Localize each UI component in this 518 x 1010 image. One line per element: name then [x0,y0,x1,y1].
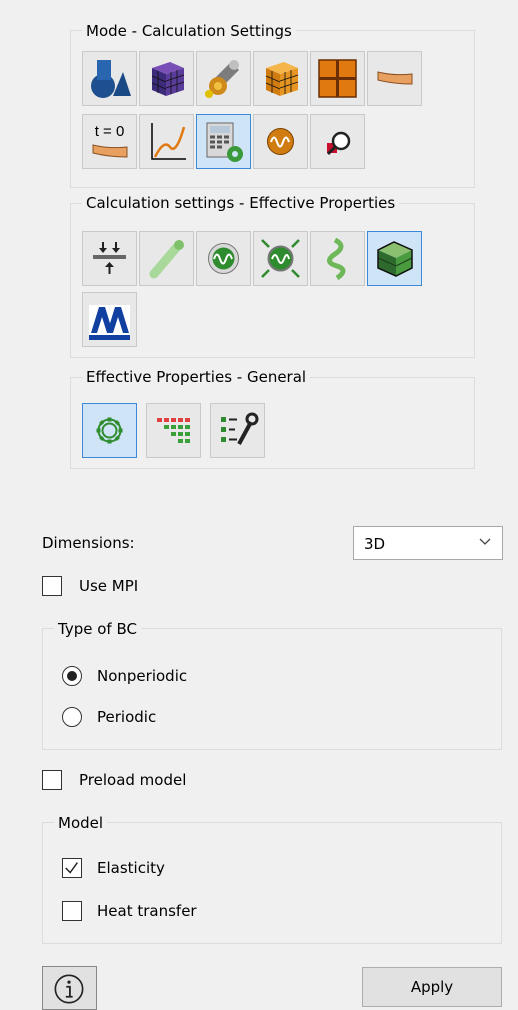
calculator-settings-icon [206,122,243,162]
tool-green-cube[interactable] [367,231,422,286]
automechanics-logo-icon [89,305,130,340]
tool-fiber[interactable] [139,231,194,286]
tool-material-tools[interactable] [196,51,251,106]
tool-compression[interactable] [82,231,137,286]
settings-list-icon [221,412,259,445]
type-of-bc-legend: Type of BC [54,620,141,638]
orange-mesh-cube-icon [265,62,299,96]
magnifier-icon [326,131,351,156]
tool-automechanics-logo[interactable] [82,292,137,347]
general-group-legend: Effective Properties - General [82,368,311,386]
nonperiodic-radio[interactable] [62,666,82,686]
effective-group-legend: Calculation settings - Effective Propert… [82,194,400,212]
fiber-icon [149,240,184,279]
tool-curve-chart[interactable] [139,114,194,169]
heat-transfer-label: Heat transfer [97,902,197,920]
dimensions-label: Dimensions: [42,534,135,552]
checkmark-icon [65,862,78,874]
green-cube-icon [377,241,413,277]
heat-transfer-checkbox[interactable] [62,901,82,921]
voxel-mesh-cube-icon [151,62,185,96]
tool-voxel-mesh-cube[interactable] [139,51,194,106]
gear-icon [96,417,123,444]
material-tools-icon [205,60,239,98]
tool-matrix-triangle[interactable] [146,403,201,458]
radio-selected-dot [67,671,77,681]
green-wave-icon [208,243,239,274]
tool-gear[interactable] [82,403,137,458]
info-icon [54,974,84,1004]
model-legend: Model [54,814,108,832]
tool-calculator-settings[interactable] [196,114,251,169]
dimensions-dropdown[interactable]: 3D [353,526,503,560]
tool-grid[interactable] [310,51,365,106]
periodic-radio[interactable] [62,707,82,727]
tool-wave-arrows[interactable] [253,231,308,286]
tool-green-wave[interactable] [196,231,251,286]
nonperiodic-label: Nonperiodic [97,667,188,685]
periodic-label: Periodic [97,708,157,726]
model-group [42,822,502,944]
initial-time-label: t = 0 [95,123,125,140]
wave-icon [267,128,294,155]
geometry-shapes-icon [91,60,131,98]
dimensions-value: 3D [364,535,386,553]
grid-icon [318,59,357,98]
initial-time-icon: t = 0 [92,123,128,158]
compression-icon [93,242,126,274]
spiral-icon [327,237,346,281]
tool-geometry-shapes[interactable] [82,51,137,106]
apply-button[interactable]: Apply [362,967,502,1007]
chevron-down-icon [479,538,491,545]
matrix-triangle-icon [157,418,190,443]
elasticity-label: Elasticity [97,859,165,877]
info-button[interactable] [42,966,97,1010]
use-mpi-checkbox[interactable] [42,576,62,596]
use-mpi-label: Use MPI [79,577,139,595]
tool-initial-time[interactable]: t = 0 [82,114,137,169]
beam-icon [377,71,413,85]
tool-spiral[interactable] [310,231,365,286]
preload-model-checkbox[interactable] [42,770,62,790]
tool-beam[interactable] [367,51,422,106]
tool-wave[interactable] [253,114,308,169]
preload-model-label: Preload model [79,771,187,789]
type-of-bc-group [42,628,502,750]
elasticity-checkbox[interactable] [62,858,82,878]
tool-magnifier[interactable] [310,114,365,169]
tool-orange-mesh-cube[interactable] [253,51,308,106]
curve-chart-icon [151,123,186,160]
mode-group-legend: Mode - Calculation Settings [82,22,296,40]
wave-arrows-icon [261,239,300,278]
tool-settings-list[interactable] [210,403,265,458]
